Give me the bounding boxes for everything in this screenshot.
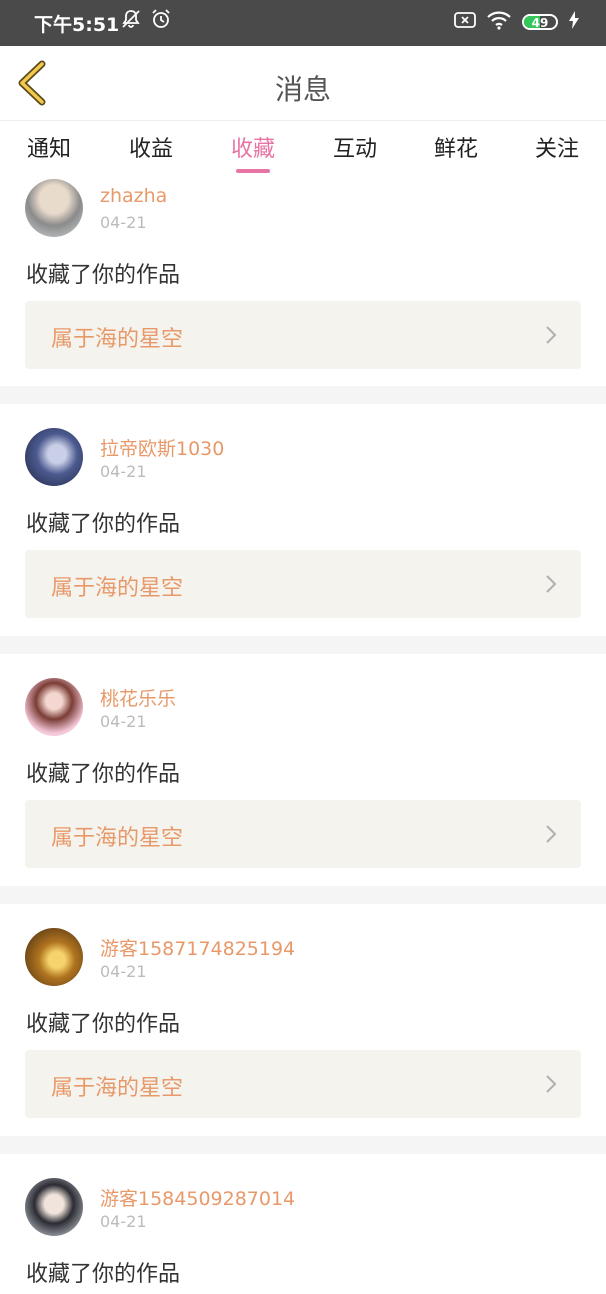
- alarm-icon: [150, 8, 172, 34]
- message-date: 04-21: [100, 213, 147, 232]
- work-title: 属于海的星空: [51, 826, 184, 851]
- message-date: 04-21: [100, 712, 147, 731]
- charging-icon: [568, 10, 580, 34]
- action-text: 收藏了你的作品: [26, 1262, 181, 1287]
- action-text: 收藏了你的作品: [26, 1012, 181, 1037]
- work-link[interactable]: 属于海的星空: [25, 800, 581, 868]
- sim-x-icon: [454, 11, 476, 33]
- chevron-right-icon: [545, 824, 557, 848]
- work-link[interactable]: 属于海的星空: [25, 550, 581, 618]
- work-link[interactable]: 属于海的星空: [25, 1050, 581, 1118]
- action-text: 收藏了你的作品: [26, 762, 181, 787]
- avatar[interactable]: [25, 928, 83, 986]
- avatar[interactable]: [25, 678, 83, 736]
- username[interactable]: 桃花乐乐: [100, 684, 176, 711]
- page-title: 消息: [274, 73, 331, 106]
- username[interactable]: 拉帝欧斯1030: [100, 434, 224, 461]
- chevron-right-icon: [545, 574, 557, 598]
- avatar[interactable]: [25, 428, 83, 486]
- avatar[interactable]: [25, 1178, 83, 1236]
- message-date: 04-21: [100, 962, 147, 981]
- action-text: 收藏了你的作品: [26, 512, 181, 537]
- chevron-right-icon: [545, 325, 557, 349]
- avatar[interactable]: [25, 179, 83, 237]
- work-title: 属于海的星空: [51, 327, 184, 352]
- wifi-icon: [486, 10, 512, 34]
- tab-favorites[interactable]: 收藏: [213, 131, 293, 163]
- tab-notifications[interactable]: 通知: [9, 131, 89, 163]
- username[interactable]: 游客1587174825194: [100, 934, 295, 961]
- list-item: 游客1587174825194 04-21 收藏了你的作品 属于海的星空: [0, 904, 606, 1136]
- tab-flowers[interactable]: 鲜花: [416, 131, 496, 163]
- active-tab-indicator: [236, 169, 270, 173]
- list-item: 游客1584509287014 04-21 收藏了你的作品: [0, 1154, 606, 1294]
- list-item: zhazha 04-21 收藏了你的作品 属于海的星空: [0, 177, 606, 386]
- message-date: 04-21: [100, 1212, 147, 1231]
- header: 消息: [0, 46, 606, 121]
- username[interactable]: zhazha: [100, 185, 167, 207]
- message-date: 04-21: [100, 462, 147, 481]
- battery-icon: 49: [522, 14, 558, 30]
- tab-earnings[interactable]: 收益: [111, 131, 191, 163]
- work-title: 属于海的星空: [51, 1076, 184, 1101]
- tab-interactions[interactable]: 互动: [315, 131, 395, 163]
- work-link[interactable]: 属于海的星空: [25, 301, 581, 369]
- work-title: 属于海的星空: [51, 576, 184, 601]
- status-time: 下午5:51: [34, 14, 120, 36]
- status-bar: 下午5:51 49: [0, 0, 606, 46]
- battery-level: 49: [531, 16, 549, 30]
- username[interactable]: 游客1584509287014: [100, 1184, 295, 1211]
- chevron-right-icon: [545, 1074, 557, 1098]
- message-list: zhazha 04-21 收藏了你的作品 属于海的星空 拉帝欧斯1030 04-…: [0, 177, 606, 1294]
- tab-bar: 通知 收益 收藏 互动 鲜花 关注: [0, 121, 606, 177]
- list-item: 桃花乐乐 04-21 收藏了你的作品 属于海的星空: [0, 654, 606, 886]
- mute-icon: [120, 8, 142, 34]
- list-item: 拉帝欧斯1030 04-21 收藏了你的作品 属于海的星空: [0, 404, 606, 636]
- tab-following[interactable]: 关注: [517, 131, 597, 163]
- action-text: 收藏了你的作品: [26, 263, 181, 288]
